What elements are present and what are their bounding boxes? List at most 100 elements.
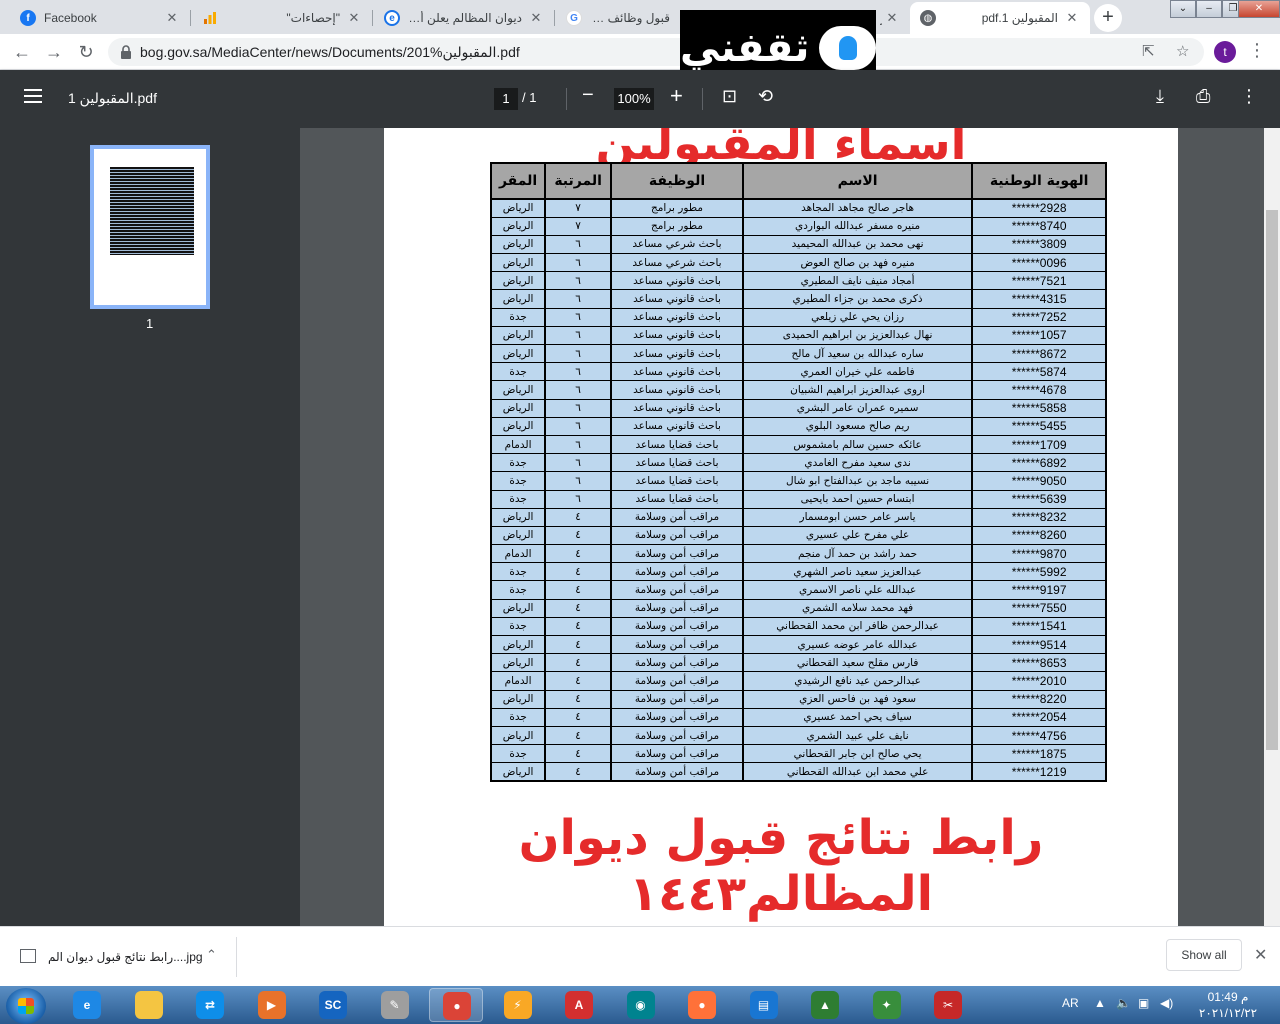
toolbar-divider	[566, 88, 567, 110]
forward-icon[interactable]: →	[42, 40, 66, 64]
tab-google-search[interactable]: G قبول وظائف ديوان المظ	[556, 2, 680, 34]
tab-partial[interactable]: ر ✕	[876, 2, 904, 34]
location-cell: الرياض	[489, 635, 547, 655]
name-cell: ندى سعيد مفرح الغامدي	[741, 453, 974, 473]
taskbar-app[interactable]: SC	[306, 988, 360, 1022]
taskbar-app[interactable]: ▶	[245, 988, 299, 1022]
close-icon[interactable]: ✕	[1254, 945, 1267, 965]
job-cell: باحث قانوني مساعد	[610, 399, 744, 418]
close-icon[interactable]: ✕	[164, 10, 180, 26]
taskbar-app[interactable]: ▤	[737, 988, 791, 1022]
name-cell: عبدالله عامر عوضه عسيري	[741, 635, 974, 655]
print-icon[interactable]: ⎙	[1196, 86, 1210, 107]
network-tray-icon[interactable]: ▣	[1138, 996, 1149, 1010]
hamburger-menu-icon[interactable]	[24, 89, 42, 103]
back-icon[interactable]: ←	[10, 40, 34, 64]
table-row: ******5874 فاطمه علي خيران العمري باحث قان…	[489, 362, 1107, 382]
zoom-out-icon[interactable]: −	[582, 84, 594, 107]
image-file-icon	[20, 949, 36, 963]
window-chevron-icon[interactable]: ⌄	[1170, 0, 1196, 18]
ie-icon: e	[73, 991, 101, 1019]
taskbar-app[interactable]	[122, 988, 176, 1022]
show-all-button[interactable]: Show all	[1166, 939, 1242, 971]
national-id-cell: ******9514	[971, 635, 1107, 655]
tab-separator	[554, 10, 555, 26]
taskbar-app[interactable]: ▲	[798, 988, 852, 1022]
national-id-cell: ******4756	[971, 726, 1107, 746]
job-cell: باحث قضايا مساعد	[610, 471, 744, 491]
pdf-viewer[interactable]: أسماء المقبولين الهوية الوطنية الاسم الوظي…	[300, 128, 1264, 926]
volume-icon[interactable]: 🔈	[1116, 996, 1131, 1010]
taskbar-app[interactable]: ⚡	[491, 988, 545, 1022]
tray-chevron-icon[interactable]: ▲	[1094, 996, 1106, 1010]
clock-date[interactable]: ٢٠٢١/١٢/٢٢	[1192, 1006, 1264, 1020]
table-row: ******4315 ذكرى محمد بن جزاء المطيري باحث …	[489, 289, 1107, 309]
grade-cell: ٤	[544, 762, 613, 783]
download-icon[interactable]: ⤓	[1156, 86, 1164, 107]
location-cell: جدة	[489, 308, 547, 327]
fit-page-icon[interactable]: ⊡	[722, 86, 737, 107]
name-cell: فاطمه علي خيران العمري	[741, 362, 974, 382]
national-id-cell: ******1057	[971, 326, 1107, 346]
page-number-input[interactable]: 1	[494, 88, 518, 110]
column-header: المرتبة	[544, 162, 613, 200]
google-icon: G	[566, 10, 582, 26]
table-row: ******9197 عبدالله علي ناصر الاسمري مراقب …	[489, 580, 1107, 600]
taskbar-app[interactable]: ●	[675, 988, 729, 1022]
zoom-in-icon[interactable]: +	[670, 83, 683, 109]
reload-icon[interactable]: ↻	[74, 40, 98, 64]
table-row: ******5639 ابتسام حسين احمد بايحيى باحث قض…	[489, 490, 1107, 509]
location-cell: الرياض	[489, 417, 547, 436]
close-icon[interactable]: ✕	[346, 10, 362, 26]
grade-cell: ٦	[544, 417, 613, 436]
tab-pdf-active[interactable]: ◍ المقبولين 1.pdf ✕	[910, 2, 1090, 34]
tab-analytics[interactable]: "إحصاءات" ✕	[192, 2, 372, 34]
location-cell: الرياض	[489, 762, 547, 783]
pdf-more-icon[interactable]: ⋮	[1240, 86, 1258, 107]
teamviewer-icon: ⇄	[196, 991, 224, 1019]
new-tab-button[interactable]: +	[1094, 4, 1122, 32]
tab-title: المقبولين 1.pdf	[981, 11, 1058, 25]
language-indicator[interactable]: AR	[1062, 996, 1079, 1010]
chevron-up-icon[interactable]: ⌃	[206, 947, 217, 963]
taskbar-app[interactable]: e	[60, 988, 114, 1022]
taskbar-app[interactable]: ✦	[860, 988, 914, 1022]
clock-time[interactable]: 01:49 م	[1196, 990, 1260, 1004]
tab-facebook[interactable]: f Facebook ✕	[10, 2, 190, 34]
bookmark-star-icon[interactable]: ☆	[1176, 42, 1189, 60]
job-cell: باحث قانوني مساعد	[610, 271, 744, 291]
speaker-icon[interactable]: ◀)	[1160, 996, 1173, 1010]
viewer-scrollbar[interactable]	[1264, 128, 1280, 926]
table-row: ******9514 عبدالله عامر عوضه عسيري مراقب أ…	[489, 635, 1107, 655]
close-icon[interactable]: ✕	[528, 10, 544, 26]
grade-cell: ٤	[544, 599, 613, 618]
browser-menu-icon[interactable]: ⋮	[1248, 40, 1266, 61]
tab-bog-news[interactable]: e ديوان المظالم يعلن أسماء المقـ ✕	[374, 2, 554, 34]
taskbar-app[interactable]: A	[552, 988, 606, 1022]
grade-cell: ٤	[544, 562, 613, 582]
close-icon[interactable]: ✕	[884, 10, 900, 26]
taskbar-app[interactable]: ●	[429, 988, 483, 1022]
taskbar-app[interactable]: ✂	[921, 988, 975, 1022]
location-cell: الرياض	[489, 690, 547, 709]
thumbnail-sidebar: 1	[0, 128, 300, 926]
share-icon[interactable]: ⇱	[1142, 42, 1155, 60]
close-icon[interactable]: ✕	[1064, 10, 1080, 26]
window-close-icon[interactable]: ✕	[1238, 0, 1280, 18]
table-row: ******9870 حمد راشد بن حمد آل منجم مراقب أ…	[489, 544, 1107, 564]
rotate-icon[interactable]: ⟲	[758, 86, 773, 107]
address-bar[interactable]: bog.gov.sa/MediaCenter/news/Documents/20…	[108, 38, 1204, 66]
table-row: ******9050 نسيبه ماجد بن عبدالفتاح ابو شا…	[489, 471, 1107, 491]
download-filename[interactable]: رابط نتائج قبول ديوان الم....jpg	[48, 950, 203, 964]
results-link-text: رابط نتائج قبول ديوان المظالم١٤٤٣	[518, 810, 1044, 922]
profile-avatar[interactable]: t	[1214, 41, 1236, 63]
page-thumbnail[interactable]	[90, 145, 210, 309]
zoom-level-input[interactable]: 100%	[614, 88, 654, 110]
taskbar-app[interactable]: ◉	[614, 988, 668, 1022]
name-cell: ساره عبدالله بن سعيد آل مالح	[741, 344, 974, 364]
start-button[interactable]	[6, 988, 46, 1024]
scrollbar-thumb[interactable]	[1266, 210, 1278, 750]
minimize-icon[interactable]: –	[1196, 0, 1222, 18]
taskbar-app[interactable]: ⇄	[183, 988, 237, 1022]
taskbar-app[interactable]: ✎	[368, 988, 422, 1022]
